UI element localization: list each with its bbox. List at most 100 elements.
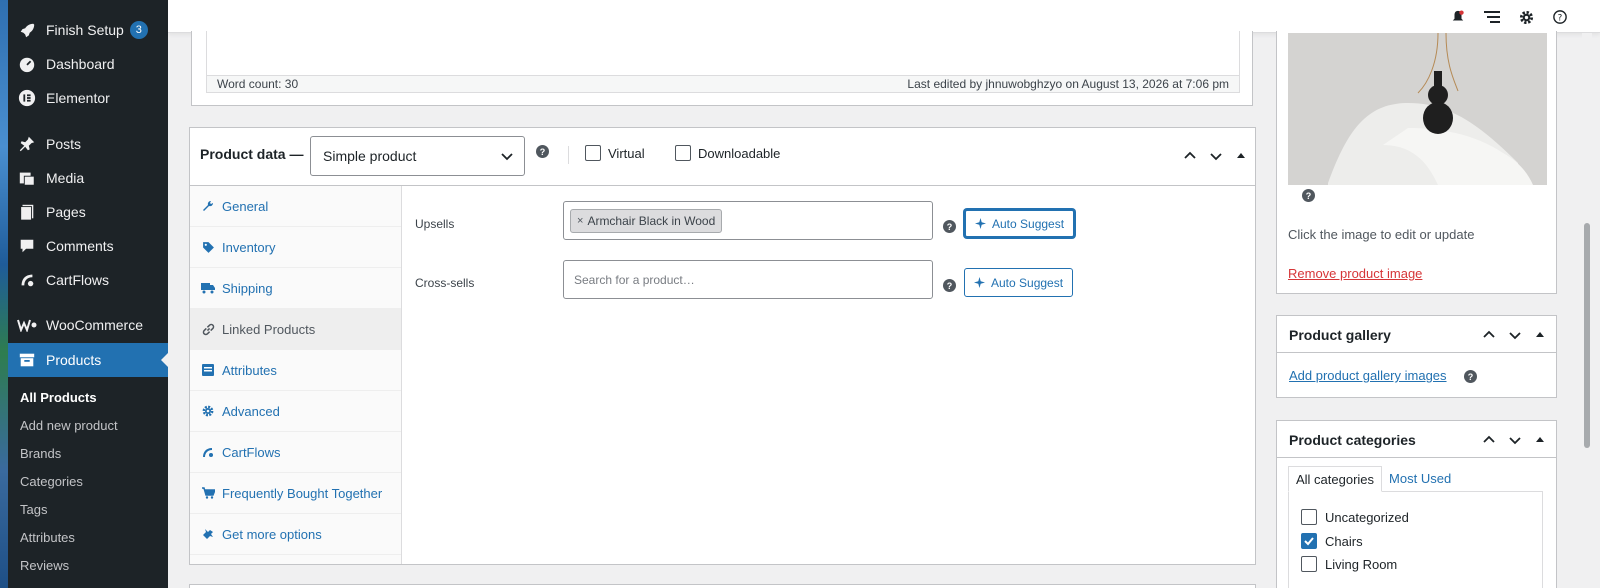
tab-label: Inventory: [222, 239, 276, 255]
menu-item-comments[interactable]: Comments: [8, 229, 168, 263]
tab-frequently-bought-together[interactable]: Frequently Bought Together: [190, 473, 401, 514]
move-down-icon[interactable]: [1507, 327, 1523, 343]
move-up-icon[interactable]: [1182, 148, 1198, 164]
menu-item-pages[interactable]: Pages: [8, 195, 168, 229]
submenu-categories[interactable]: Categories: [8, 468, 168, 496]
tab-shipping[interactable]: Shipping: [190, 268, 401, 309]
tab-label: Attributes: [222, 362, 277, 378]
upsell-product-chip: × Armchair Black in Wood: [570, 208, 723, 233]
product-type-select[interactable]: Simple product: [310, 136, 525, 176]
menu-item-dashboard[interactable]: Dashboard: [8, 47, 168, 81]
plugin-icon: [200, 526, 216, 542]
collapse-toggle-icon[interactable]: [1532, 432, 1548, 448]
submenu-tags[interactable]: Tags: [8, 496, 168, 524]
product-categories-box: Product categories All categories Most U…: [1276, 420, 1557, 588]
product-gallery-title: Product gallery: [1289, 327, 1391, 343]
move-up-icon[interactable]: [1481, 432, 1497, 448]
menu-item-cartflows[interactable]: CartFlows: [8, 263, 168, 297]
move-down-icon[interactable]: [1208, 148, 1224, 164]
checkbox-box: [1301, 509, 1317, 525]
product-image[interactable]: [1288, 33, 1547, 185]
help-icon[interactable]: ?: [943, 279, 956, 292]
submenu-brands[interactable]: Brands: [8, 440, 168, 468]
woocommerce-icon: [17, 315, 37, 335]
gear-icon[interactable]: [1517, 8, 1535, 26]
menu-label: Posts: [46, 136, 82, 152]
menu-item-products[interactable]: Products: [8, 343, 169, 377]
menu-item-elementor[interactable]: Elementor: [8, 81, 168, 115]
crosssells-auto-suggest-button[interactable]: Auto Suggest: [964, 268, 1074, 297]
downloadable-label: Downloadable: [698, 145, 781, 161]
editor-status-bar: Word count: 30 Last edited by jhnuwobghz…: [207, 75, 1239, 92]
upsells-field[interactable]: × Armchair Black in Wood: [563, 201, 933, 240]
wrench-icon: [200, 198, 216, 214]
menu-item-media[interactable]: Media: [8, 161, 168, 195]
tab-label: Advanced: [222, 403, 280, 419]
menu-item-finish-setup[interactable]: Finish Setup 3: [8, 13, 168, 47]
upsells-auto-suggest-button[interactable]: Auto Suggest: [964, 209, 1076, 238]
editor-area[interactable]: Word count: 30 Last edited by jhnuwobghz…: [206, 31, 1240, 93]
truck-icon: [200, 280, 216, 296]
category-label: Chairs: [1325, 533, 1363, 549]
menu-item-woocommerce[interactable]: WooCommerce: [8, 308, 168, 342]
menu-item-posts[interactable]: Posts: [8, 127, 168, 161]
submenu-reviews[interactable]: Reviews: [8, 552, 168, 580]
menu-label: WooCommerce: [46, 317, 143, 333]
update-count-badge: 3: [129, 21, 148, 39]
image-edit-tip: Click the image to edit or update: [1288, 227, 1475, 242]
next-metabox-edge: [189, 584, 1256, 588]
box-header: Product categories: [1277, 421, 1556, 458]
tab-general[interactable]: General: [190, 186, 401, 227]
menu-label: Products: [46, 352, 102, 368]
add-gallery-images-link[interactable]: Add product gallery images: [1289, 368, 1447, 383]
notification-bell-icon[interactable]: [1449, 8, 1467, 26]
collapse-toggle-icon[interactable]: [1532, 327, 1548, 343]
product-data-panel: Product data — Simple product ? Virtual …: [189, 127, 1256, 565]
virtual-checkbox[interactable]: Virtual: [585, 145, 645, 161]
category-chairs[interactable]: Chairs: [1301, 533, 1363, 549]
description-editor-box: Word count: 30 Last edited by jhnuwobghz…: [191, 31, 1253, 106]
scrollbar-thumb[interactable]: [1584, 223, 1590, 448]
tab-linked-products[interactable]: Linked Products: [190, 309, 401, 350]
category-living-room[interactable]: Living Room: [1301, 556, 1397, 572]
tab-most-used[interactable]: Most Used: [1382, 466, 1458, 492]
tab-label: Shipping: [222, 280, 273, 296]
submenu-all-products[interactable]: All Products: [8, 384, 168, 412]
list-icon: [200, 362, 216, 378]
help-icon[interactable]: ?: [1464, 370, 1477, 383]
sparkle-icon: [975, 218, 986, 229]
submenu-add-new-product[interactable]: Add new product: [8, 412, 168, 440]
remove-chip-icon[interactable]: ×: [577, 215, 583, 227]
tab-label: Linked Products: [222, 321, 316, 337]
menu-label: Comments: [46, 238, 114, 254]
product-image-box: ? Click the image to edit or update Remo…: [1276, 31, 1557, 294]
collapse-toggle-icon[interactable]: [1233, 148, 1249, 164]
pin-icon: [17, 134, 37, 154]
page-scrollbar[interactable]: [1582, 33, 1592, 588]
tab-cartflows[interactable]: CartFlows: [190, 432, 401, 473]
tab-inventory[interactable]: Inventory: [190, 227, 401, 268]
downloadable-checkbox[interactable]: Downloadable: [675, 145, 780, 161]
tab-get-more-options[interactable]: Get more options: [190, 514, 401, 555]
activity-list-icon[interactable]: [1483, 8, 1501, 26]
help-icon[interactable]: ?: [943, 220, 956, 233]
admin-menu: Finish Setup 3 Dashboard Elementor Posts…: [8, 0, 169, 588]
crosssells-search-input[interactable]: Search for a product…: [563, 260, 933, 299]
tab-label: CartFlows: [222, 444, 281, 460]
tab-all-categories[interactable]: All categories: [1288, 466, 1383, 492]
help-icon[interactable]: ?: [536, 145, 549, 158]
remove-product-image-link[interactable]: Remove product image: [1288, 266, 1422, 281]
divider: [568, 146, 569, 164]
cart-icon: [200, 485, 216, 501]
submenu-attributes[interactable]: Attributes: [8, 524, 168, 552]
move-up-icon[interactable]: [1481, 327, 1497, 343]
tab-attributes[interactable]: Attributes: [190, 350, 401, 391]
gear-icon: [200, 403, 216, 419]
category-uncategorized[interactable]: Uncategorized: [1301, 509, 1409, 525]
tab-advanced[interactable]: Advanced: [190, 391, 401, 432]
help-icon[interactable]: ?: [1302, 189, 1315, 202]
help-circle-icon[interactable]: ?: [1551, 8, 1569, 26]
product-data-title: Product data —: [200, 146, 304, 162]
cartflows-icon: [200, 444, 216, 460]
move-down-icon[interactable]: [1507, 432, 1523, 448]
